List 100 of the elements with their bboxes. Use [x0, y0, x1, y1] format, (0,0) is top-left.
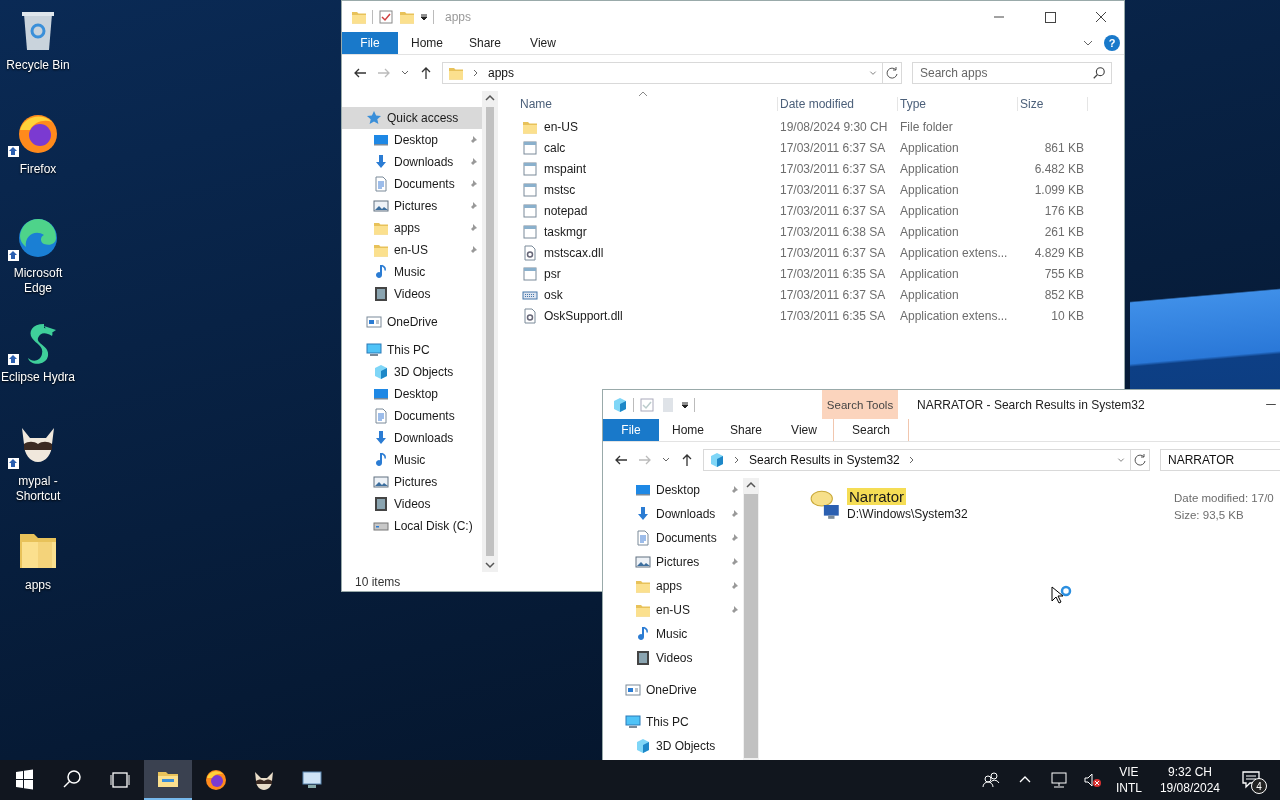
- address-bar[interactable]: Search Results in System32: [703, 449, 1131, 471]
- window-title: NARRATOR - Search Results in System32: [917, 397, 1145, 412]
- nav-item[interactable]: Videos: [342, 283, 482, 305]
- desktop-icon-label[interactable]: Firefox: [0, 162, 76, 177]
- nav-item[interactable]: Music: [603, 622, 743, 646]
- picture-icon: [373, 198, 389, 214]
- drive-icon: [366, 314, 382, 330]
- ribbon-tab[interactable]: View: [514, 32, 572, 54]
- music-note-icon: [373, 264, 389, 280]
- taskbar-app[interactable]: [144, 760, 192, 800]
- refresh-icon[interactable]: [882, 62, 902, 84]
- file-name[interactable]: notepad: [544, 203, 588, 218]
- file-name[interactable]: calc: [544, 140, 566, 155]
- monitor-icon: [635, 482, 651, 498]
- help-button[interactable]: ?: [1104, 35, 1120, 51]
- nav-item[interactable]: Pictures: [603, 550, 743, 574]
- file-name[interactable]: mspaint: [544, 161, 587, 176]
- nav-item[interactable]: Desktop: [603, 478, 743, 502]
- type-cell-text: Application extens...: [899, 308, 1009, 323]
- chevron-right-icon: [472, 67, 480, 79]
- ribbon-tab[interactable]: File: [603, 419, 659, 441]
- language-indicator[interactable]: VIE INTL: [1109, 765, 1148, 795]
- monitor-icon: [373, 386, 389, 402]
- nav-item[interactable]: apps: [603, 574, 743, 598]
- nav-item[interactable]: Quick access: [342, 107, 482, 129]
- nav-item[interactable]: Documents: [342, 405, 482, 427]
- scrollbar[interactable]: [482, 91, 498, 572]
- caret-icon[interactable]: [420, 12, 428, 21]
- file-name[interactable]: en-US: [544, 119, 578, 134]
- type-cell-text: Application: [899, 224, 960, 239]
- file-detail: Size: 93,5 KB: [1174, 509, 1245, 521]
- ribbon-tab[interactable]: Home: [398, 32, 456, 54]
- notification-icon[interactable]: [1241, 770, 1263, 790]
- nav-item[interactable]: Desktop: [342, 383, 482, 405]
- document-icon: [373, 408, 389, 424]
- monitor-icon: [373, 132, 389, 148]
- nav-item[interactable]: OneDrive: [342, 311, 482, 333]
- column-header[interactable]: Name: [518, 97, 778, 111]
- search-icon[interactable]: [1092, 66, 1106, 80]
- nav-item[interactable]: Downloads: [342, 427, 482, 449]
- nav-item[interactable]: Downloads: [342, 151, 482, 173]
- nav-item[interactable]: This PC: [342, 339, 482, 361]
- nav-item[interactable]: OneDrive: [603, 678, 743, 702]
- ribbon-tab[interactable]: Share: [456, 32, 514, 54]
- cube-icon: [635, 738, 651, 754]
- ribbon-tab[interactable]: Search: [833, 419, 909, 441]
- desktop-icon-label[interactable]: Recycle Bin: [0, 58, 76, 73]
- file-name[interactable]: mstsc: [544, 182, 576, 197]
- nav-item[interactable]: Music: [342, 449, 482, 471]
- nav-item[interactable]: Desktop: [342, 129, 482, 151]
- search-field[interactable]: Search apps: [912, 62, 1112, 84]
- ribbon-tab[interactable]: Share: [717, 419, 775, 441]
- nav-item[interactable]: 3D Objects: [342, 361, 482, 383]
- nav-item[interactable]: Music: [342, 261, 482, 283]
- ribbon-tab[interactable]: View: [775, 419, 833, 441]
- nav-item[interactable]: Documents: [603, 526, 743, 550]
- refresh-icon[interactable]: [1130, 449, 1150, 471]
- desktop-icon-label[interactable]: apps: [0, 578, 76, 593]
- file-name[interactable]: psr: [544, 266, 561, 281]
- nav-item[interactable]: apps: [342, 217, 482, 239]
- picture-icon: [373, 474, 389, 490]
- properties-icon[interactable]: [378, 8, 394, 25]
- nav-item[interactable]: Local Disk (C:): [342, 515, 482, 537]
- date-cell-text: 17/03/2011 6:38 SA: [779, 224, 887, 239]
- caret-icon[interactable]: [681, 400, 689, 409]
- nav-item[interactable]: Pictures: [342, 195, 482, 217]
- nav-item[interactable]: Documents: [342, 173, 482, 195]
- file-name[interactable]: osk: [544, 287, 563, 302]
- file-name[interactable]: mstscax.dll: [544, 245, 604, 260]
- desktop-icon-label[interactable]: mypal - Shortcut: [0, 474, 76, 504]
- size-cell-text: 852 KB: [1043, 287, 1085, 302]
- nav-item[interactable]: en-US: [603, 598, 743, 622]
- network-icon[interactable]: [1048, 770, 1069, 790]
- column-header[interactable]: Size: [1018, 97, 1088, 111]
- nav-item[interactable]: Pictures: [342, 471, 482, 493]
- file-name[interactable]: Narrator: [847, 488, 906, 505]
- column-header[interactable]: Date modified: [778, 97, 898, 111]
- address-bar[interactable]: apps: [442, 62, 883, 84]
- clock[interactable]: 9:32 CH 19/08/2024: [1147, 765, 1232, 795]
- nav-item[interactable]: This PC: [603, 710, 743, 734]
- scrollbar[interactable]: [743, 478, 759, 760]
- file-name[interactable]: taskmgr: [544, 224, 587, 239]
- nav-item[interactable]: Videos: [342, 493, 482, 515]
- cube-icon[interactable]: [612, 396, 628, 413]
- people-icon[interactable]: [980, 770, 1001, 790]
- desktop-icon-label[interactable]: Microsoft Edge: [0, 266, 76, 296]
- size-cell-text: 755 KB: [1043, 266, 1085, 281]
- nav-item[interactable]: 3D Objects: [603, 734, 743, 758]
- sort-caret-icon: [638, 91, 648, 97]
- date-cell-text: 17/03/2011 6:35 SA: [779, 266, 887, 281]
- nav-item[interactable]: en-US: [342, 239, 482, 261]
- column-header[interactable]: Type: [898, 97, 1018, 111]
- ribbon-tab[interactable]: Home: [659, 419, 717, 441]
- nav-item[interactable]: Downloads: [603, 502, 743, 526]
- desktop-icon-label[interactable]: Eclipse Hydra: [0, 370, 76, 385]
- film-icon: [373, 496, 389, 512]
- file-name[interactable]: OskSupport.dll: [544, 308, 623, 323]
- nav-item[interactable]: Videos: [603, 646, 743, 670]
- size-cell-text: 6.482 KB: [1033, 161, 1085, 176]
- search-field[interactable]: NARRATOR: [1160, 449, 1280, 471]
